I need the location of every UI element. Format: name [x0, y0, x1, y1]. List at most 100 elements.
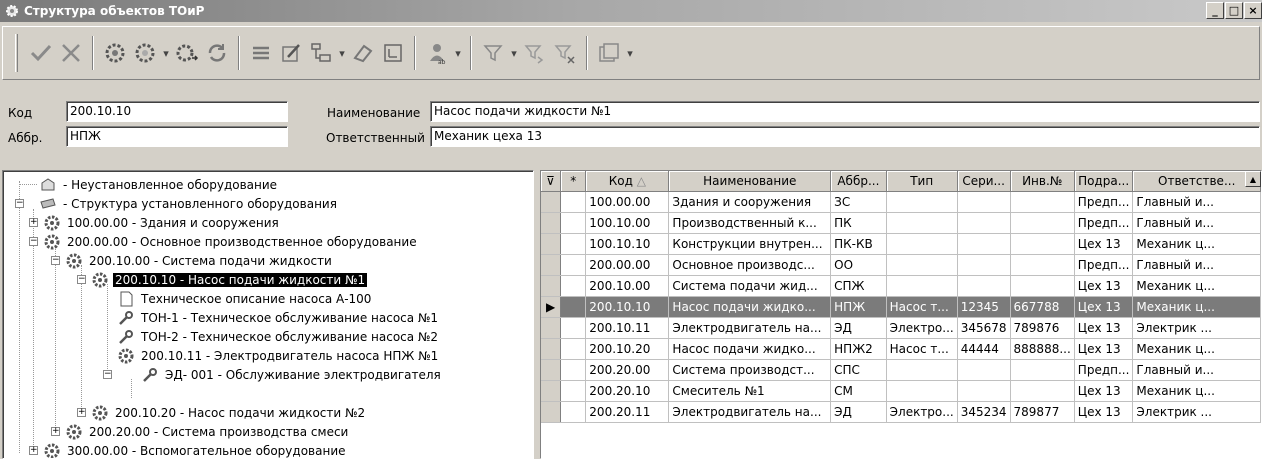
table-cell[interactable]: Механик ц... [1132, 275, 1261, 297]
table-cell[interactable]: 789877 [1010, 401, 1075, 423]
table-cell[interactable]: НПЖ [830, 296, 887, 318]
tree-node[interactable]: 200.10.00 - Система подачи жидкости [65, 251, 334, 270]
row-indicator[interactable] [541, 275, 562, 297]
table-cell[interactable]: 200.00.00 [585, 254, 670, 276]
table-cell[interactable]: Цех 13 [1074, 401, 1134, 423]
collapse-toggle[interactable]: − [103, 370, 112, 379]
expand-toggle[interactable]: + [29, 446, 38, 455]
table-cell[interactable]: Электрик ... [1132, 401, 1261, 423]
tree-node[interactable]: 200.20.00 - Система производства смеси [65, 422, 350, 441]
edit-icon[interactable] [276, 36, 306, 70]
tree-node[interactable]: 200.10.11 - Электродвигатель насоса НПЖ … [117, 346, 440, 365]
row-indicator[interactable] [541, 317, 562, 339]
table-cell[interactable]: 200.10.10 [585, 296, 670, 318]
abbr-field[interactable]: НПЖ [66, 126, 288, 147]
expand-toggle[interactable]: + [51, 427, 60, 436]
expand-toggle[interactable]: + [29, 218, 38, 227]
table-cell[interactable]: 200.20.00 [585, 359, 670, 381]
table-cell[interactable]: Цех 13 [1074, 296, 1134, 318]
table-cell[interactable] [1010, 254, 1075, 276]
table-cell[interactable]: 12345 [957, 296, 1011, 318]
dropdown-arrow-icon[interactable]: ▾ [160, 36, 172, 70]
refresh-icon[interactable] [202, 36, 232, 70]
tree-node[interactable]: 300.00.00 - Вспомогательное оборудование [43, 441, 348, 458]
list-icon[interactable] [246, 36, 276, 70]
structure-icon[interactable] [306, 36, 336, 70]
table-row[interactable]: 100.10.00 Производственный к... ПК Предп...… [541, 212, 1261, 234]
row-indicator[interactable] [541, 212, 562, 234]
table-cell[interactable]: Механик ц... [1132, 296, 1261, 318]
table-cell[interactable]: ЗС [830, 191, 887, 213]
table-cell[interactable]: 100.00.00 [585, 191, 670, 213]
tree-node-selected[interactable]: 200.10.10 - Насос подачи жидкости №1 [91, 270, 368, 289]
row-indicator[interactable] [541, 233, 562, 255]
row-indicator[interactable] [541, 380, 562, 402]
table-cell[interactable]: 667788 [1010, 296, 1075, 318]
table-cell[interactable]: Электрик ... [1132, 317, 1261, 339]
table-cell[interactable]: 44444 [957, 338, 1011, 360]
table-row[interactable]: 100.00.00 Здания и сооружения ЗС Предп... Гл… [541, 191, 1261, 213]
table-cell[interactable]: ПК [830, 212, 887, 234]
table-cell[interactable]: Предп... [1074, 254, 1134, 276]
table-cell[interactable] [957, 212, 1011, 234]
table-cell[interactable] [886, 359, 958, 381]
table-cell[interactable] [957, 254, 1011, 276]
column-header-code[interactable]: Код △ [585, 171, 670, 192]
table-row[interactable]: 100.10.10 Конструкции внутрен... ПК-КВ Цех … [541, 233, 1261, 255]
table-cell[interactable]: Главный и... [1132, 191, 1261, 213]
scroll-up-arrow-icon[interactable]: ▲ [1245, 171, 1261, 187]
eraser-icon[interactable] [348, 36, 378, 70]
responsible-field[interactable]: Механик цеха 13 [430, 126, 1260, 147]
table-row[interactable]: 200.10.11 Электродвигатель на... ЭД Электро… [541, 317, 1261, 339]
minimize-button[interactable]: _ [1206, 2, 1224, 19]
column-header-type[interactable]: Тип [886, 171, 958, 192]
table-cell[interactable]: Конструкции внутрен... [668, 233, 832, 255]
table-cell[interactable] [1010, 275, 1075, 297]
table-cell[interactable]: Насос т... [886, 338, 958, 360]
name-field[interactable]: Насос подачи жидкости №1 [430, 101, 1260, 122]
gear-edit-icon[interactable] [130, 36, 160, 70]
table-cell[interactable]: Электродвигатель на... [668, 401, 832, 423]
row-indicator[interactable]: ▶ [541, 296, 562, 318]
table-cell[interactable] [957, 380, 1011, 402]
table-cell[interactable] [886, 275, 958, 297]
tree-node[interactable]: - Структура установленного оборудования [39, 194, 339, 213]
expand-toggle[interactable]: + [77, 408, 86, 417]
table-cell[interactable] [886, 191, 958, 213]
tree-node[interactable]: 200.10.20 - Насос подачи жидкости №2 [91, 403, 367, 422]
table-cell[interactable]: Цех 13 [1074, 380, 1134, 402]
table-row[interactable]: 200.20.11 Электродвигатель на... ЭД Электро… [541, 401, 1261, 423]
table-cell[interactable] [1010, 233, 1075, 255]
gear-move-icon[interactable] [172, 36, 202, 70]
table-row[interactable]: 200.00.00 Основное производс... ОО Предп...… [541, 254, 1261, 276]
table-cell[interactable]: Смеситель №1 [668, 380, 832, 402]
table-cell[interactable]: Электро... [886, 317, 958, 339]
card-icon[interactable] [378, 36, 408, 70]
filter-clear-icon[interactable] [550, 36, 580, 70]
table-cell[interactable] [1010, 191, 1075, 213]
table-cell[interactable]: Электродвигатель на... [668, 317, 832, 339]
table-row[interactable]: 200.10.20 Насос подачи жидко... НПЖ2 Насос … [541, 338, 1261, 360]
table-cell[interactable]: ЭД [830, 317, 887, 339]
table-cell[interactable] [957, 233, 1011, 255]
filter-next-icon[interactable] [520, 36, 550, 70]
table-cell[interactable]: Система подачи жид... [668, 275, 832, 297]
table-cell[interactable] [957, 359, 1011, 381]
check-icon[interactable] [26, 36, 56, 70]
table-cell[interactable]: Предп... [1074, 359, 1134, 381]
close-button[interactable]: × [1244, 2, 1262, 19]
row-indicator[interactable] [541, 191, 562, 213]
collapse-toggle[interactable]: − [51, 256, 60, 265]
table-cell[interactable]: Насос подачи жидко... [668, 338, 832, 360]
table-cell[interactable]: Предп... [1074, 212, 1134, 234]
code-field[interactable]: 200.10.10 [66, 101, 288, 122]
table-cell[interactable]: НПЖ2 [830, 338, 887, 360]
table-cell[interactable]: Механик ц... [1132, 233, 1261, 255]
column-header-department[interactable]: Подра... [1074, 171, 1134, 192]
table-cell[interactable]: ПК-КВ [830, 233, 887, 255]
filter-icon[interactable] [478, 36, 508, 70]
tree-node[interactable]: ТОН-1 - Техническое обслуживание насоса … [117, 308, 440, 327]
dropdown-arrow-icon[interactable]: ▾ [336, 36, 348, 70]
table-cell[interactable]: СПС [830, 359, 887, 381]
table-cell[interactable]: 100.10.10 [585, 233, 670, 255]
